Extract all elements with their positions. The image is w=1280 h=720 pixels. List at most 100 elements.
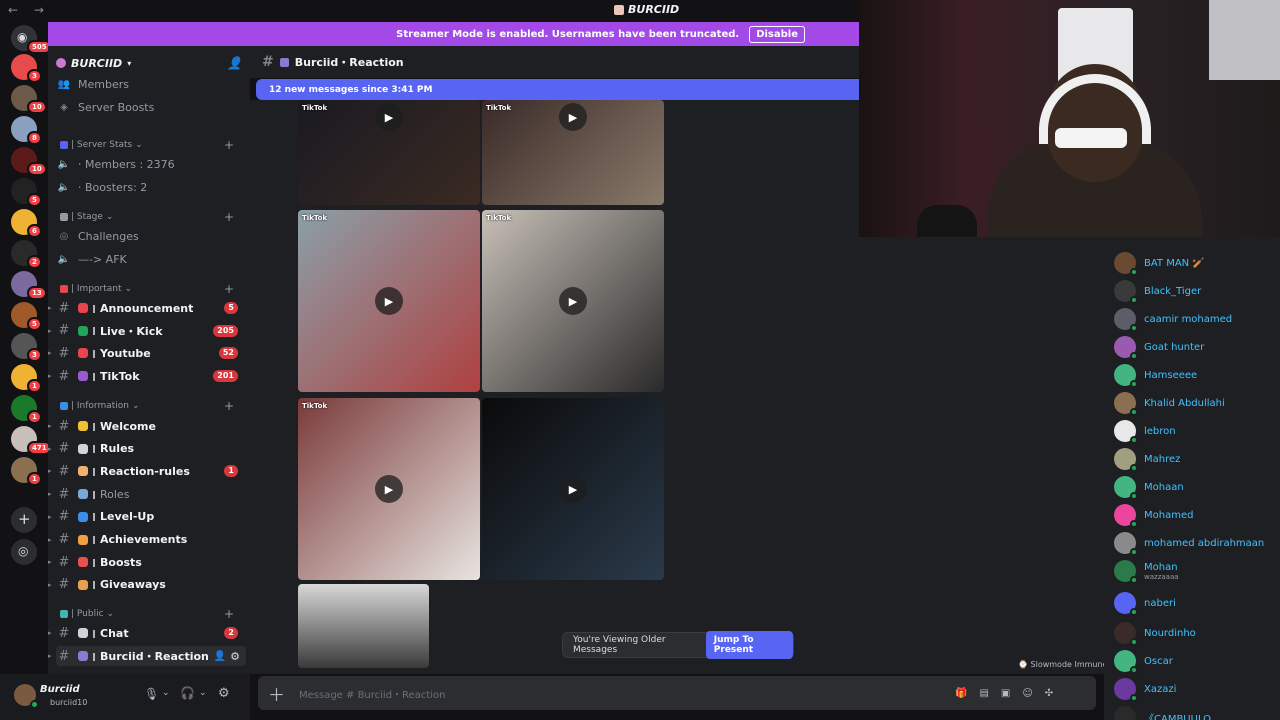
channel-tiktok[interactable]: ▸ # ‖ TikTok 201 [48,366,246,386]
member-item[interactable]: Mohamed [1114,504,1193,528]
add-member-icon[interactable]: 👤 [227,56,242,70]
server-icon[interactable]: 2 [11,240,42,269]
server-icon[interactable]: 10 [11,85,47,114]
server-icon[interactable]: 6 [11,209,42,238]
add-attachment-icon[interactable]: ＋ [268,681,285,706]
gif-icon[interactable]: ▤ [979,688,988,699]
member-item[interactable]: Mahrez [1114,448,1180,472]
play-icon[interactable]: ▶ [375,103,403,131]
new-messages-bar[interactable]: 12 new messages since 3:41 PM [256,79,859,100]
add-server-button[interactable]: + [11,507,37,533]
channel-achievements[interactable]: ▸ # ‖ Achievements [48,530,246,550]
video-thumbnail[interactable]: TikTok ▶ [298,210,480,392]
channel-rules[interactable]: ▸ # ‖ Rules [48,439,246,459]
chevron-down-icon[interactable]: ⌄ [199,688,207,698]
member-item[interactable]: mohamed abdirahmaan [1114,532,1264,556]
server-icon[interactable]: 10 [11,147,47,176]
member-item[interactable]: 《CAMBUULO... [1114,706,1220,720]
channel-boosters-count[interactable]: 🔈 ⋅ Boosters: 2 [56,177,246,197]
member-item[interactable]: Nourdinho [1114,622,1196,646]
jump-to-present-button[interactable]: Jump To Present [705,631,793,659]
invite-icon[interactable]: 👤 [214,651,226,662]
server-icon[interactable]: 1 [11,457,42,486]
mic-icon[interactable]: 🎙 [144,687,159,701]
category-information[interactable]: | Information ⌄ + [60,398,240,414]
channel-afk[interactable]: 🔈 —-> AFK [56,249,246,269]
plus-icon[interactable]: + [224,210,234,224]
member-item[interactable]: Mohaan [1114,476,1184,500]
sidebar-item-members[interactable]: 👥 Members [56,74,246,94]
server-icon[interactable]: 5 [11,302,42,331]
video-thumbnail[interactable]: TikTok ▶ [298,398,480,580]
video-thumbnail[interactable]: TikTok ▶ [482,100,664,205]
video-thumbnail-partial[interactable] [298,584,429,668]
gear-icon[interactable]: ⚙ [230,650,240,663]
member-item[interactable]: Black_Tiger [1114,280,1201,304]
play-icon[interactable]: ▶ [559,103,587,131]
play-icon[interactable]: ▶ [375,475,403,503]
channel-live-kick[interactable]: ▸ # ‖ Live・Kick 205 [48,321,246,341]
channel-announcement[interactable]: ▸ # ‖ Announcement 5 [48,298,246,318]
server-header[interactable]: BURCIID ▾ 👤 [56,54,246,72]
server-icon[interactable]: 13 [11,271,47,300]
server-icon[interactable]: 3 [11,333,42,362]
plus-icon[interactable]: + [224,138,234,152]
channel-roles[interactable]: ▸ # ‖ Roles [48,484,246,504]
category-label: | Stage [71,212,103,222]
home-button[interactable]: ◉ 505 [11,25,52,54]
apps-icon[interactable]: ✣ [1045,688,1053,699]
video-thumbnail[interactable]: ▶ [482,398,664,580]
server-icon[interactable]: 1 [11,395,42,424]
member-item[interactable]: Hamseeee [1114,364,1197,388]
play-icon[interactable]: ▶ [559,475,587,503]
gift-icon[interactable]: 🎁 [955,688,967,699]
category-public[interactable]: | Public ⌄ + [60,606,240,622]
server-icon[interactable]: 3 [11,54,42,83]
channel-reaction-rules[interactable]: ▸ # ‖ Reaction-rules 1 [48,461,246,481]
play-icon[interactable]: ▶ [559,287,587,315]
member-item[interactable]: Oscar [1114,650,1173,674]
explore-button[interactable]: ◎ [11,539,37,565]
member-item[interactable]: Mohan wazzaaaa [1114,560,1179,584]
server-icon[interactable]: 5 [11,178,42,207]
server-icon[interactable]: 1 [11,364,42,393]
video-thumbnail[interactable]: TikTok ▶ [482,210,664,392]
member-item[interactable]: Goat hunter [1114,336,1204,360]
message-input[interactable]: Message # Burciid・Reaction [299,686,939,701]
history-nav-buttons[interactable]: ← → [8,3,50,17]
sidebar-item-server-boosts[interactable]: ◈ Server Boosts [56,97,246,117]
server-icon[interactable]: 8 [11,116,42,145]
member-item[interactable]: naberi [1114,592,1176,616]
member-name: Oscar [1144,655,1173,667]
channel-welcome[interactable]: ▸ # ‖ Welcome [48,416,246,436]
gear-icon[interactable]: ⚙ [218,686,230,701]
channel-youtube[interactable]: ▸ # ‖ Youtube 52 [48,343,246,363]
play-icon[interactable]: ▶ [375,287,403,315]
member-item[interactable]: BAT MAN 🏏 [1114,252,1205,276]
plus-icon[interactable]: + [224,399,234,413]
channel-boosts[interactable]: ▸ # ‖ Boosts [48,552,246,572]
channel-members-count[interactable]: 🔈 ⋅ Members : 2376 [56,154,246,174]
category-stage[interactable]: | Stage ⌄ + [60,209,240,225]
channel-chat[interactable]: ▸ # ‖ Chat 2 [48,623,246,643]
channel-burciid-reaction[interactable]: ▸ # ‖ Burciid・Reaction 👤 ⚙ [48,646,246,666]
member-item[interactable]: Khalid Abdullahi [1114,392,1225,416]
channel-level-up[interactable]: ▸ # ‖ Level-Up [48,507,246,527]
disable-button[interactable]: Disable [749,25,805,43]
plus-icon[interactable]: + [224,282,234,296]
member-item[interactable]: Xazazi [1114,678,1176,702]
video-thumbnail[interactable]: TikTok ▶ [298,100,480,205]
plus-icon[interactable]: + [224,607,234,621]
category-server-stats[interactable]: | Server Stats ⌄ + [60,137,240,153]
chevron-down-icon[interactable]: ⌄ [162,688,170,698]
channel-challenges[interactable]: ◎ Challenges [56,226,246,246]
member-item[interactable]: lebron [1114,420,1176,444]
avatar [1114,650,1138,674]
channel-giveaways[interactable]: ▸ # ‖ Giveaways [48,575,246,595]
member-item[interactable]: caamir mohamed [1114,308,1232,332]
emoji-icon[interactable]: ☺ [1022,688,1032,699]
headphones-icon[interactable]: 🎧 [180,686,195,700]
category-important[interactable]: | Important ⌄ + [60,281,240,297]
server-icon[interactable]: 471 [11,426,52,455]
sticker-icon[interactable]: ▣ [1001,688,1010,699]
